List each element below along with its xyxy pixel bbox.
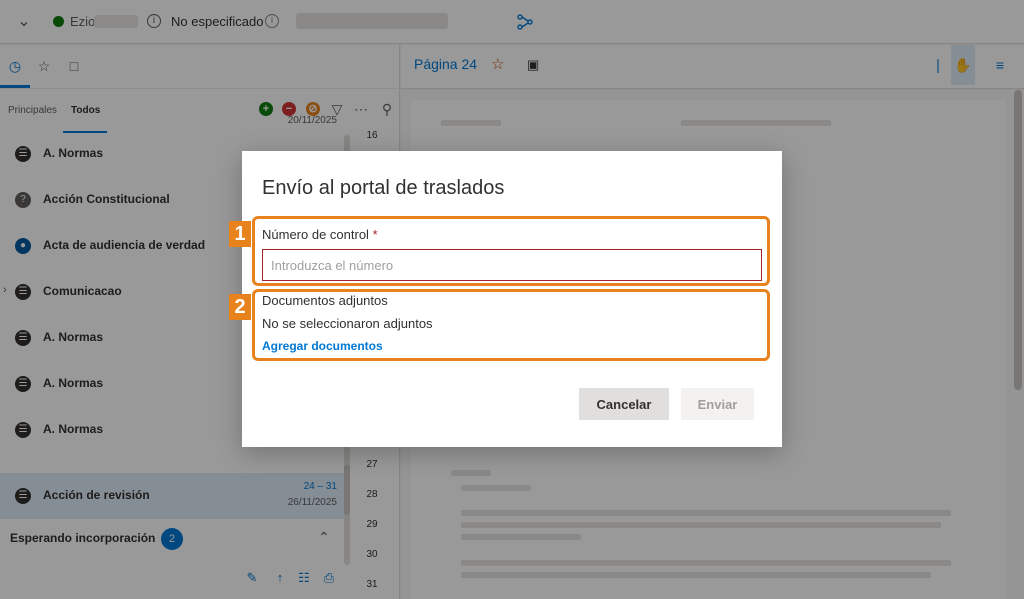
dialog-title: Envío al portal de traslados [262,177,505,199]
callout-number-1: 1 [229,221,251,247]
callout-box-1 [252,216,770,286]
cancel-button[interactable]: Cancelar [579,388,669,420]
callout-number-2: 2 [229,294,251,320]
send-button[interactable]: Enviar [681,388,754,420]
callout-box-2 [252,289,770,361]
